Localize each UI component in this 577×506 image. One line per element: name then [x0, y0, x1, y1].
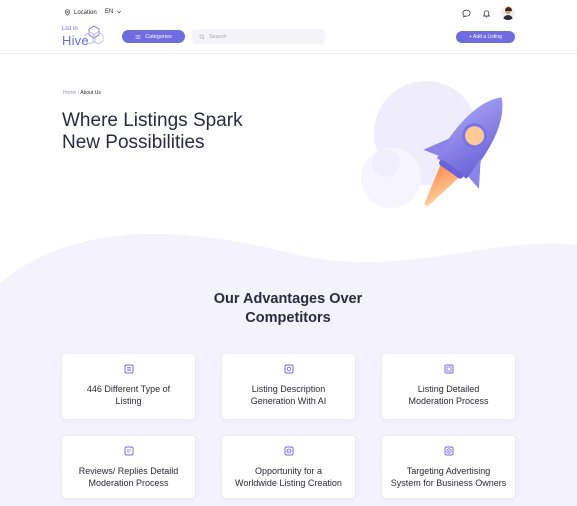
- user-actions: [461, 6, 515, 20]
- list-in-hive-logo[interactable]: List in Hive: [62, 25, 104, 48]
- grid-menu-icon: [135, 34, 141, 39]
- chevron-down-icon: [117, 10, 122, 14]
- notifications-button[interactable]: [481, 8, 491, 18]
- document-check-icon: [444, 364, 453, 374]
- page-title: Where Listings Spark New Possibilities: [62, 110, 322, 154]
- breadcrumb-current: About Us: [80, 90, 101, 96]
- title-line-1: Where Listings Spark: [62, 110, 243, 131]
- title-line-2: New Possibilities: [62, 132, 205, 153]
- search-placeholder: Search: [209, 33, 227, 40]
- bell-icon: [482, 9, 490, 17]
- add-listing-button[interactable]: + Add a Listing: [456, 31, 515, 43]
- location-label: Location: [74, 9, 97, 16]
- advantage-text: Targeting Advertising System for Business…: [390, 466, 507, 488]
- advantages-title-line-2: Competitors: [245, 310, 331, 326]
- categories-label: Categories: [145, 33, 172, 40]
- advantage-text: Listing Description Generation With AI: [250, 384, 327, 406]
- advantage-card: 446 Different Type of Listing: [62, 354, 195, 419]
- target-icon: [444, 446, 453, 456]
- advantage-card: Opportunity for a Worldwide Listing Creat…: [222, 436, 355, 498]
- messages-button[interactable]: [461, 8, 471, 18]
- advantage-text: Reviews/ Replies Detaild Moderation Proce…: [78, 466, 179, 488]
- breadcrumb: Home / About Us: [63, 90, 101, 96]
- top-navigation-bar: Location EN List in Hive Categories Sear…: [0, 0, 577, 54]
- review-icon: [124, 446, 133, 456]
- advantage-text: Opportunity for a Worldwide Listing Creat…: [235, 466, 342, 488]
- location-pin-icon: [65, 9, 70, 16]
- advantage-card: Listing Detailed Moderation Process: [382, 354, 515, 419]
- rocket-illustration: [361, 81, 503, 208]
- user-avatar[interactable]: [501, 6, 515, 20]
- search-icon: [199, 34, 205, 39]
- globe-icon: [284, 446, 293, 456]
- location-selector[interactable]: Location: [64, 9, 97, 16]
- logo-small-text: List in: [62, 26, 78, 32]
- breadcrumb-separator: /: [77, 90, 80, 96]
- language-label: EN: [105, 9, 114, 15]
- avatar-body: [503, 15, 513, 20]
- language-selector[interactable]: EN: [105, 9, 122, 15]
- list-icon: [124, 364, 133, 374]
- add-listing-label: + Add a Listing: [469, 34, 502, 40]
- advantage-card: Listing Description Generation With AI: [222, 354, 355, 419]
- hexagon-logo-icon: [84, 25, 104, 45]
- advantage-text: Listing Detailed Moderation Process: [408, 384, 489, 406]
- advantages-title: Our Advantages Over Competitors: [188, 290, 388, 328]
- advantage-text: 446 Different Type of Listing: [86, 384, 171, 406]
- chat-bubble-icon: [462, 9, 470, 18]
- categories-button[interactable]: Categories: [122, 30, 185, 43]
- breadcrumb-home-link[interactable]: Home: [63, 90, 76, 96]
- advantage-card: Targeting Advertising System for Business…: [382, 436, 515, 498]
- ai-chip-icon: [284, 364, 293, 374]
- advantage-card: Reviews/ Replies Detaild Moderation Proce…: [62, 436, 195, 498]
- advantages-title-line-1: Our Advantages Over: [213, 291, 363, 307]
- avatar-hair: [504, 7, 512, 11]
- search-input[interactable]: Search: [192, 29, 325, 44]
- about-us-page: Location EN List in Hive Categories Sear…: [0, 0, 577, 506]
